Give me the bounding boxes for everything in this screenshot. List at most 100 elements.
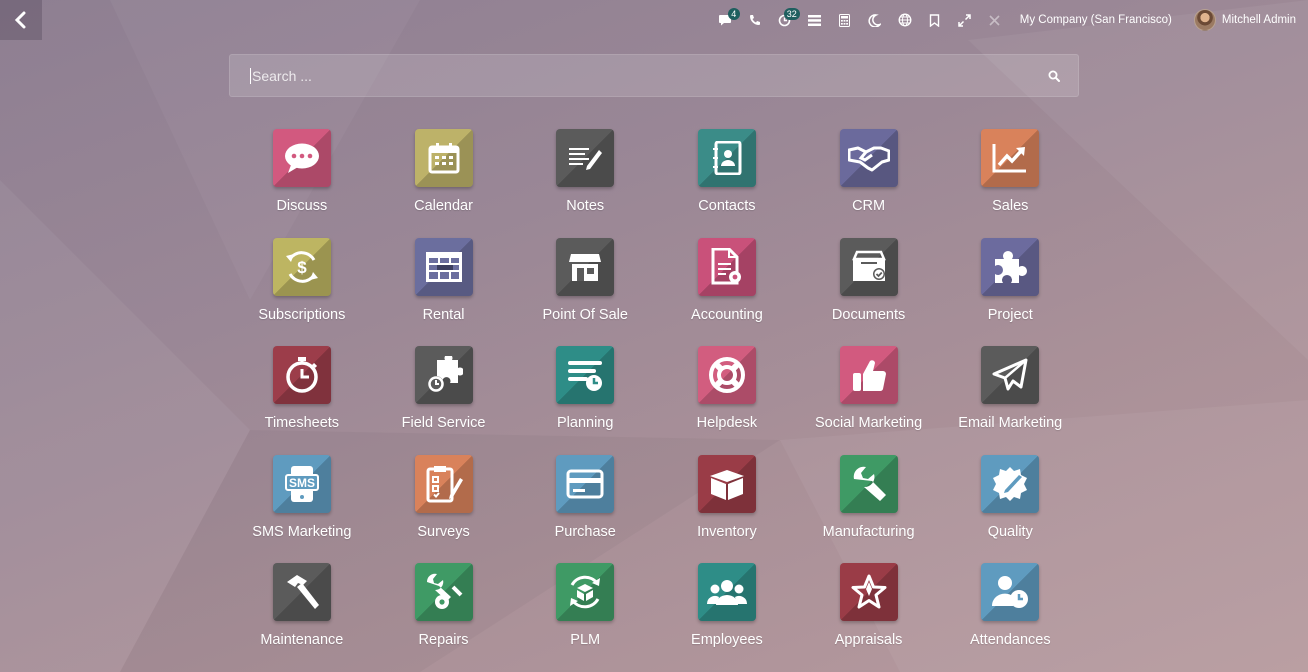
app-social-marketing[interactable]: Social Marketing <box>798 346 940 455</box>
app-label: Manufacturing <box>822 523 915 540</box>
paper-plane-icon <box>981 346 1040 405</box>
app-sales[interactable]: Sales <box>939 129 1081 238</box>
app-label: Email Marketing <box>958 415 1063 432</box>
clipboard-pencil-icon <box>414 454 473 513</box>
app-email-marketing[interactable]: Email Marketing <box>939 346 1081 455</box>
app-surveys[interactable]: Surveys <box>373 454 515 564</box>
app-plm[interactable]: PLM <box>514 563 656 672</box>
switch-button[interactable] <box>800 0 830 40</box>
app-label: Maintenance <box>260 632 344 649</box>
user-name: Mitchell Admin <box>1221 14 1296 26</box>
app-manufacturing[interactable]: Manufacturing <box>798 454 940 564</box>
handshake-icon <box>839 129 898 187</box>
app-discuss[interactable]: Discuss <box>231 129 373 238</box>
app-label: Point Of Sale <box>542 306 628 323</box>
bookmark-icon <box>930 13 940 27</box>
moon-icon <box>868 13 882 27</box>
company-switcher[interactable]: My Company (San Francisco) <box>1010 0 1182 40</box>
puzzle-icon <box>981 237 1040 296</box>
app-label: Subscriptions <box>258 306 346 323</box>
avatar <box>1193 9 1216 31</box>
app-sms-marketing[interactable]: SMS SMS Marketing <box>231 454 373 564</box>
stopwatch-icon <box>272 346 331 405</box>
app-project[interactable]: Project <box>939 237 1081 347</box>
chart-line-icon <box>981 129 1040 187</box>
sms-phone-icon: SMS <box>272 454 331 513</box>
calculator-icon <box>839 13 851 27</box>
puzzle-timer-icon <box>414 346 473 405</box>
app-subscriptions[interactable]: $ Subscriptions <box>231 237 373 347</box>
messages-button[interactable]: 4 <box>710 0 740 40</box>
app-label: Field Service <box>401 415 486 432</box>
back-button[interactable] <box>0 0 42 40</box>
star-icon <box>839 563 898 622</box>
app-label: Employees <box>691 632 763 649</box>
planning-icon <box>556 346 615 405</box>
app-label: Attendances <box>969 632 1051 649</box>
svg-text:$: $ <box>297 258 307 277</box>
app-field-service[interactable]: Field Service <box>373 346 515 455</box>
close-icon <box>989 14 1000 26</box>
calendar-icon <box>414 129 473 187</box>
app-attendances[interactable]: Attendances <box>939 563 1081 672</box>
app-maintenance[interactable]: Maintenance <box>231 563 373 672</box>
app-rental[interactable]: Rental <box>373 237 515 347</box>
app-label: Contacts <box>698 198 756 214</box>
gear-badge-icon <box>981 454 1040 513</box>
app-label: Helpdesk <box>696 415 758 432</box>
app-label: Sales <box>992 198 1029 214</box>
app-label: Social Marketing <box>815 415 923 432</box>
app-label: Accounting <box>691 306 763 323</box>
app-label: PLM <box>570 632 601 649</box>
calculator-button[interactable] <box>830 0 860 40</box>
user-clock-icon <box>981 563 1040 622</box>
cycle-box-icon <box>556 563 615 622</box>
thumbs-up-icon <box>839 346 898 405</box>
phone-button[interactable] <box>740 0 770 40</box>
fullscreen-button[interactable] <box>950 0 980 40</box>
app-label: Planning <box>557 415 614 432</box>
expand-icon <box>958 13 971 27</box>
app-label: Notes <box>566 198 605 214</box>
phone-icon <box>749 15 760 25</box>
messages-count-badge: 4 <box>727 8 740 20</box>
app-accounting[interactable]: Accounting <box>656 237 798 347</box>
app-contacts[interactable]: Contacts <box>656 129 798 238</box>
wrench-icon <box>839 454 898 513</box>
app-appraisals[interactable]: Appraisals <box>798 563 940 672</box>
app-label: Timesheets <box>264 415 340 432</box>
app-crm[interactable]: CRM <box>798 129 940 238</box>
app-inventory[interactable]: Inventory <box>656 454 798 564</box>
app-notes[interactable]: Notes <box>514 129 656 238</box>
store-icon <box>556 237 615 296</box>
app-purchase[interactable]: Purchase <box>514 454 656 564</box>
search-input[interactable] <box>250 67 1048 84</box>
app-quality[interactable]: Quality <box>939 454 1081 564</box>
chat-bubble-icon <box>272 129 331 187</box>
list-icon <box>808 14 822 26</box>
app-label: Discuss <box>276 198 328 214</box>
app-label: Appraisals <box>834 632 903 649</box>
box-icon <box>697 454 756 513</box>
invoice-gear-icon <box>697 237 756 296</box>
apps-grid: Discuss Calendar Notes Contacts CRM Sales $ Sub… <box>231 129 1081 672</box>
app-calendar[interactable]: Calendar <box>373 129 515 238</box>
dollar-cycle-icon: $ <box>272 237 331 296</box>
hammer-icon <box>272 563 331 622</box>
app-repairs[interactable]: Repairs <box>373 563 515 672</box>
app-documents[interactable]: Documents <box>798 237 940 347</box>
app-timesheets[interactable]: Timesheets <box>231 346 373 455</box>
search-icon[interactable] <box>1048 70 1060 82</box>
app-planning[interactable]: Planning <box>514 346 656 455</box>
app-employees[interactable]: Employees <box>656 563 798 672</box>
close-button[interactable] <box>980 0 1010 40</box>
website-button[interactable] <box>890 0 920 40</box>
activities-button[interactable]: 32 <box>770 0 800 40</box>
bookmark-button[interactable] <box>920 0 950 40</box>
app-label: SMS Marketing <box>252 523 352 540</box>
app-helpdesk[interactable]: Helpdesk <box>656 346 798 455</box>
app-point-of-sale[interactable]: Point Of Sale <box>514 237 656 347</box>
dark-mode-button[interactable] <box>860 0 890 40</box>
user-menu[interactable]: Mitchell Admin <box>1182 0 1300 40</box>
globe-icon <box>898 13 912 27</box>
